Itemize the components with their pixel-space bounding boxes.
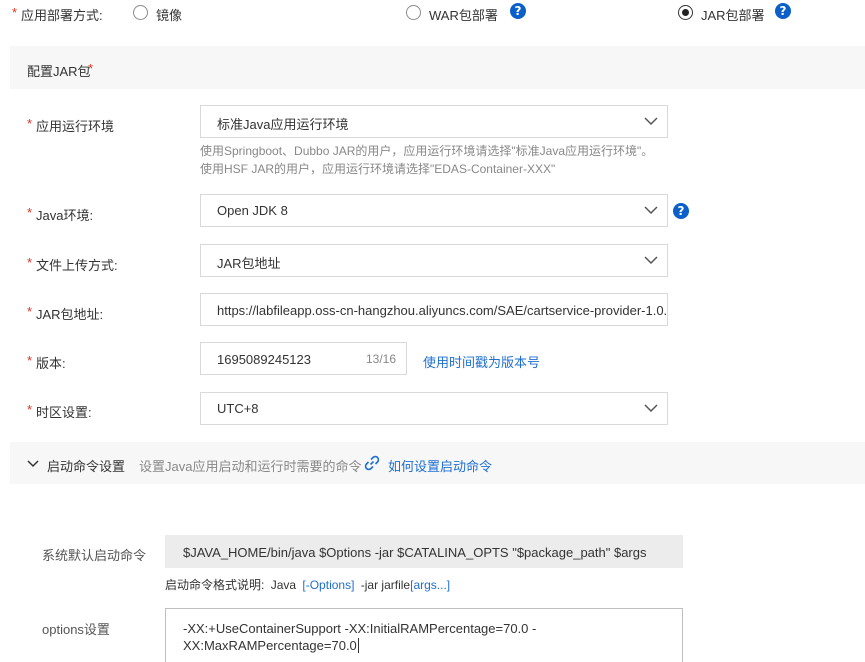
runtime-hint-1: 使用Springboot、Dubbo JAR的用户，应用运行环境请选择"标准Ja… xyxy=(200,144,654,158)
required-mark: * xyxy=(12,5,18,20)
options-textarea[interactable]: -XX:+UseContainerSupport -XX:InitialRAMP… xyxy=(165,608,683,662)
options-line-2: XX:MaxRAMPercentage=70.0 xyxy=(183,638,359,653)
startup-title: 启动命令设置 xyxy=(47,459,126,474)
version-counter: 13/16 xyxy=(366,352,397,366)
chevron-down-icon[interactable] xyxy=(27,458,39,470)
required-mark: * xyxy=(88,61,94,76)
chevron-down-icon xyxy=(644,404,658,413)
required-mark: * xyxy=(27,304,33,319)
format-java: Java xyxy=(270,578,297,592)
format-jar: -jar jarfile xyxy=(360,578,411,592)
chevron-down-icon xyxy=(644,256,658,265)
java-env-value: Open JDK 8 xyxy=(217,203,288,218)
radio-war[interactable] xyxy=(406,5,421,20)
version-input[interactable]: 1695089245123 13/16 xyxy=(200,342,407,375)
deploy-label: 应用部署方式: xyxy=(21,8,103,23)
version-value: 1695089245123 xyxy=(217,352,311,367)
format-description: 启动命令格式说明: Java [-Options] -jar jarfile[a… xyxy=(165,576,450,593)
radio-jar[interactable] xyxy=(678,5,693,20)
startup-section-header[interactable]: 启动命令设置 设置Java应用启动和运行时需要的命令 如何设置启动命令 xyxy=(10,442,865,484)
use-timestamp-link[interactable]: 使用时间戳为版本号 xyxy=(423,352,540,371)
version-label: 版本: xyxy=(36,356,66,371)
jar-section-header: 配置JAR包 * xyxy=(10,46,865,89)
format-args: [args...] xyxy=(410,578,451,592)
options-label: options设置 xyxy=(42,622,110,637)
timezone-value: UTC+8 xyxy=(217,401,259,416)
java-env-select[interactable]: Open JDK 8 xyxy=(200,194,668,227)
runtime-hint-2: 使用HSF JAR的用户，应用运行环境请选择"EDAS-Container-XX… xyxy=(200,162,556,176)
upload-value: JAR包地址 xyxy=(217,256,281,271)
chevron-down-icon xyxy=(644,117,658,126)
required-mark: * xyxy=(27,255,33,270)
runtime-value: 标准Java应用运行环境 xyxy=(217,117,349,132)
runtime-select[interactable]: 标准Java应用运行环境 xyxy=(200,105,668,138)
java-env-help-icon[interactable]: ? xyxy=(673,203,689,219)
radio-image-label[interactable]: 镜像 xyxy=(156,5,182,24)
upload-label: 文件上传方式: xyxy=(36,258,118,273)
timezone-select[interactable]: UTC+8 xyxy=(200,392,668,425)
format-prefix: 启动命令格式说明: xyxy=(165,578,265,592)
default-cmd-box: $JAVA_HOME/bin/java $Options -jar $CATAL… xyxy=(165,535,683,568)
default-cmd-label: 系统默认启动命令 xyxy=(42,548,147,563)
jar-help-icon[interactable]: ? xyxy=(775,3,791,19)
startup-desc: 设置Java应用启动和运行时需要的命令 xyxy=(139,459,362,474)
required-mark: * xyxy=(27,205,33,220)
java-env-label: Java环境: xyxy=(36,208,94,223)
radio-war-label[interactable]: WAR包部署 xyxy=(429,5,498,24)
runtime-label: 应用运行环境 xyxy=(36,119,115,134)
radio-jar-label[interactable]: JAR包部署 xyxy=(701,5,765,24)
radio-image[interactable] xyxy=(133,5,148,20)
war-help-icon[interactable]: ? xyxy=(510,3,526,19)
options-line-1: -XX:+UseContainerSupport -XX:InitialRAMP… xyxy=(183,621,537,636)
upload-select[interactable]: JAR包地址 xyxy=(200,244,668,277)
chevron-down-icon xyxy=(644,206,658,215)
required-mark: * xyxy=(27,402,33,417)
format-options: [-Options] xyxy=(302,578,355,592)
default-cmd-value: $JAVA_HOME/bin/java $Options -jar $CATAL… xyxy=(183,545,647,560)
link-icon[interactable] xyxy=(364,455,380,471)
required-mark: * xyxy=(27,353,33,368)
jar-section-title: 配置JAR包 xyxy=(27,64,91,79)
required-mark: * xyxy=(27,116,33,131)
deploy-row: * 应用部署方式: 镜像 WAR包部署 ? JAR包部署 ? xyxy=(0,0,865,26)
startup-help-link[interactable]: 如何设置启动命令 xyxy=(388,456,492,475)
timezone-label: 时区设置: xyxy=(36,405,92,420)
jar-url-value: https://labfileapp.oss-cn-hangzhou.aliyu… xyxy=(217,303,668,318)
jar-url-label: JAR包地址: xyxy=(36,307,104,322)
jar-url-input[interactable]: https://labfileapp.oss-cn-hangzhou.aliyu… xyxy=(200,293,668,326)
